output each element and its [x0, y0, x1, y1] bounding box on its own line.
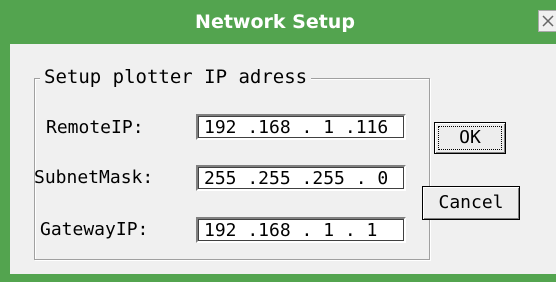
gateway-ip-label: GatewayIP:: [40, 219, 149, 240]
gateway-ip-value: 192 .168 . 1 . 1: [204, 220, 378, 241]
remote-ip-field[interactable]: 192 .168 . 1 .116: [196, 114, 406, 140]
window-title: Network Setup: [195, 11, 355, 33]
title-bar[interactable]: Network Setup: [10, 0, 556, 44]
ok-button[interactable]: OK: [434, 122, 506, 154]
subnet-mask-value: 255 .255 .255 . 0: [204, 168, 389, 189]
remote-ip-label: RemoteIP:: [46, 117, 144, 138]
network-setup-dialog: Network Setup Setup plotter IP adress Re…: [0, 0, 556, 282]
close-icon: [542, 15, 554, 27]
remote-ip-value: 192 .168 . 1 .116: [204, 117, 389, 138]
close-button[interactable]: [538, 10, 556, 32]
gateway-ip-field[interactable]: 192 .168 . 1 . 1: [196, 217, 406, 243]
cancel-button[interactable]: Cancel: [422, 186, 520, 220]
dialog-client-area: Setup plotter IP adress RemoteIP: 192 .1…: [10, 44, 556, 274]
group-title: Setup plotter IP adress: [40, 64, 312, 90]
subnet-mask-field[interactable]: 255 .255 .255 . 0: [196, 165, 406, 191]
subnet-mask-label: SubnetMask:: [34, 167, 154, 188]
